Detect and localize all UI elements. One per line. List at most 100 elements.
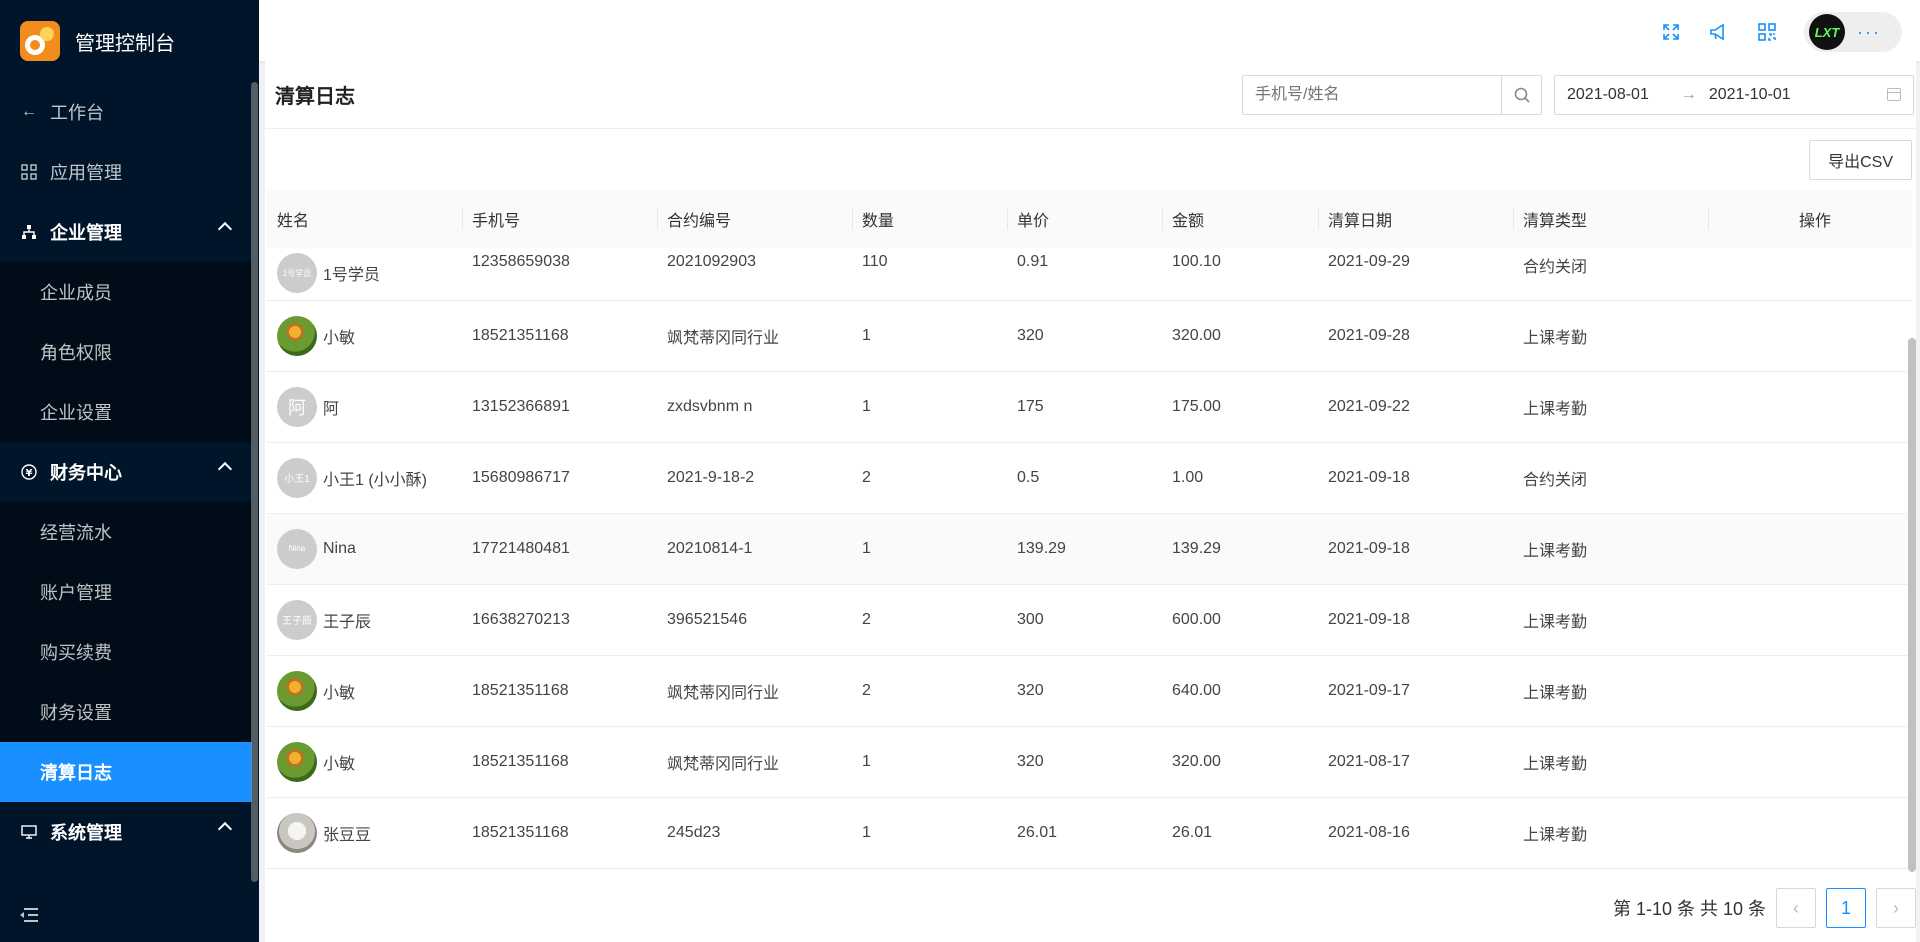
name-cell-content: 1号学员 1号学员 [277, 253, 462, 293]
avatar [277, 741, 317, 782]
date-cell: 2021-09-18 [1318, 513, 1513, 585]
table-row[interactable]: 张豆豆 18521351168 245d23 1 26.01 26.01 2021-08-1… [267, 797, 1912, 869]
qrcode-icon[interactable] [1756, 21, 1778, 43]
date-end[interactable]: 2021-10-01 [1709, 86, 1791, 104]
sidebar-item-back-workbench[interactable]: ← 工作台 [0, 82, 252, 142]
price-cell: 320 [1007, 655, 1162, 727]
page-title: 清算日志 [275, 86, 355, 108]
member-name: 小敏 [323, 329, 356, 347]
arrow-left-icon: ← [21, 103, 37, 120]
column-header-type: 清算类型 [1513, 190, 1708, 248]
search-button[interactable] [1501, 75, 1541, 114]
name-cell-content: 小敏 [277, 315, 462, 356]
type-cell: 合约关闭 [1513, 442, 1708, 514]
actions-cell [1708, 513, 1912, 585]
fullscreen-icon[interactable] [1660, 21, 1682, 43]
type-cell: 上课考勤 [1513, 300, 1708, 372]
sidebar-item-settlement-log[interactable]: 清算日志 [0, 742, 252, 802]
sidebar-scrollbar[interactable] [251, 82, 258, 882]
actions-cell [1708, 300, 1912, 372]
contract-cell: zxdsvbnm n [657, 371, 852, 443]
contract-cell: 20210814-1 [657, 513, 852, 585]
date-cell: 2021-08-17 [1318, 726, 1513, 798]
user-menu[interactable]: LXT ··· [1804, 12, 1902, 52]
submenu-finance: 经营流水 账户管理 购买续费 财务设置 清算日志 [0, 502, 252, 802]
date-range-picker[interactable]: 2021-08-01 → 2021-10-01 [1554, 74, 1914, 115]
column-header-price: 单价 [1007, 190, 1162, 248]
column-header-name: 姓名 [267, 190, 462, 248]
price-cell: 320 [1007, 300, 1162, 372]
filters: 2021-08-01 → 2021-10-01 [1242, 74, 1914, 115]
phone-cell: 18521351168 [462, 300, 657, 372]
arrow-right-icon: → [1680, 85, 1697, 103]
notification-icon[interactable] [1708, 21, 1730, 43]
column-header-quantity: 数量 [852, 190, 1007, 248]
quantity-cell: 2 [852, 442, 1007, 514]
amount-cell: 320.00 [1162, 726, 1318, 798]
price-cell: 175 [1007, 371, 1162, 443]
amount-cell: 175.00 [1162, 371, 1318, 443]
sidebar-item-label: 企业成员 [40, 283, 112, 303]
export-csv-button[interactable]: 导出CSV [1809, 139, 1912, 180]
sidebar-group-system[interactable]: 系统管理 [0, 802, 252, 862]
brand: 管理控制台 [0, 0, 259, 82]
page-number[interactable]: 1 [1826, 888, 1866, 928]
sidebar-item-label: 账户管理 [40, 583, 112, 603]
chevron-up-icon [217, 821, 233, 837]
sidebar-item-app-management[interactable]: 应用管理 [0, 142, 252, 202]
name-cell-content: 小敏 [277, 741, 462, 782]
name-cell: 小敏 [267, 726, 462, 798]
next-page-button[interactable]: › [1876, 888, 1916, 928]
table-row[interactable]: Nina Nina 17721480481 20210814-1 1 139.29 139.… [267, 513, 1912, 585]
search-input[interactable] [1243, 75, 1501, 114]
date-start[interactable]: 2021-08-01 [1567, 86, 1649, 104]
table-row[interactable]: 阿阿 13152366891 zxdsvbnm n 1 175 175.00 2021-09… [267, 371, 1912, 443]
sidebar-item-label: 应用管理 [50, 163, 122, 183]
table-row[interactable]: 小敏 18521351168 飒梵蒂冈同行业 1 320 320.00 2021-08-17… [267, 726, 1912, 798]
table-row[interactable]: 小王1 小王1 (小小酥) 15680986717 2021-9-18-2 2 0.5 1.… [267, 442, 1912, 514]
topbar: LXT ··· [259, 0, 1920, 61]
phone-cell: 18521351168 [462, 655, 657, 727]
avatar: 小王1 [277, 457, 317, 498]
name-cell-content: 王子辰 王子辰 [277, 599, 462, 640]
submenu-enterprise: 企业成员 角色权限 企业设置 [0, 262, 252, 442]
content-scrollbar[interactable] [1908, 338, 1916, 872]
sidebar-group-enterprise[interactable]: 企业管理 [0, 202, 252, 262]
type-cell: 上课考勤 [1513, 726, 1708, 798]
table-toolbar: 导出CSV [265, 129, 1916, 190]
sidebar-item-cashflow[interactable]: 经营流水 [0, 502, 252, 562]
sidebar-item-members[interactable]: 企业成员 [0, 262, 252, 322]
sidebar-group-finance[interactable]: ¥ 财务中心 [0, 442, 252, 502]
cluster-icon [20, 223, 38, 241]
column-header-date: 清算日期 [1318, 190, 1513, 248]
sidebar-item-finance-settings[interactable]: 财务设置 [0, 682, 252, 742]
contract-cell: 飒梵蒂冈同行业 [657, 726, 852, 798]
sidebar-item-label: 经营流水 [40, 523, 112, 543]
name-cell-content: 张豆豆 [277, 812, 462, 853]
member-name: 王子辰 [323, 613, 372, 631]
table-row[interactable]: 1号学员 1号学员 12358659038 2021092903 110 0.91 100.… [267, 248, 1912, 301]
table-row[interactable]: 小敏 18521351168 飒梵蒂冈同行业 1 320 320.00 2021-09-28… [267, 300, 1912, 372]
price-cell: 26.01 [1007, 797, 1162, 869]
menu-fold-icon[interactable] [20, 908, 38, 922]
contract-cell: 飒梵蒂冈同行业 [657, 300, 852, 372]
prev-page-button[interactable]: ‹ [1776, 888, 1816, 928]
avatar [277, 315, 317, 356]
member-name: 张豆豆 [323, 826, 372, 844]
sidebar-item-enterprise-settings[interactable]: 企业设置 [0, 382, 252, 442]
phone-cell: 18521351168 [462, 726, 657, 798]
date-cell: 2021-09-17 [1318, 655, 1513, 727]
avatar: Nina [277, 528, 317, 569]
date-cell: 2021-09-29 [1318, 248, 1513, 301]
actions-cell [1708, 442, 1912, 514]
sidebar-item-roles[interactable]: 角色权限 [0, 322, 252, 382]
column-header-actions: 操作 [1708, 190, 1912, 248]
sidebar-item-accounts[interactable]: 账户管理 [0, 562, 252, 622]
sidebar-item-renewal[interactable]: 购买续费 [0, 622, 252, 682]
quantity-cell: 1 [852, 300, 1007, 372]
table-row[interactable]: 王子辰 王子辰 16638270213 396521546 2 300 600.00 2021… [267, 584, 1912, 656]
table-row[interactable]: 小敏 18521351168 飒梵蒂冈同行业 2 320 640.00 2021-09-17… [267, 655, 1912, 727]
type-cell: 上课考勤 [1513, 513, 1708, 585]
actions-cell [1708, 655, 1912, 727]
quantity-cell: 1 [852, 371, 1007, 443]
